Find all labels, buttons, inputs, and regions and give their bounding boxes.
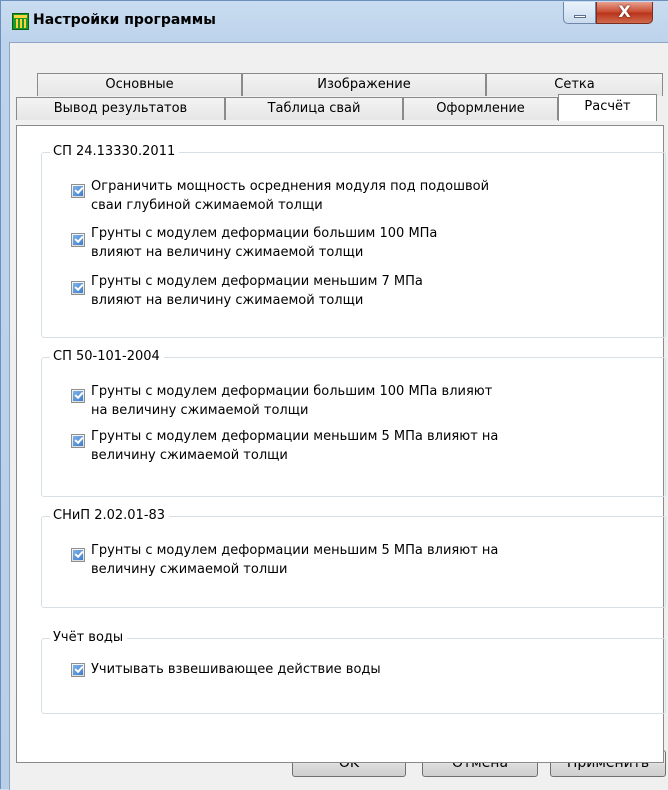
tab-oformlenie[interactable]: Оформление: [403, 97, 558, 120]
group-label: СП 50-101-2004: [50, 349, 164, 365]
tab-osnovnye[interactable]: Основные: [37, 73, 242, 96]
tab-raschet[interactable]: Расчёт: [558, 94, 657, 121]
option-label-line2: на величину сжимаемой толщи: [91, 403, 309, 418]
tab-setka[interactable]: Сетка: [486, 73, 663, 96]
checkmark-icon: [74, 281, 84, 292]
checkbox[interactable]: [71, 389, 85, 403]
option-label-line1: Грунты с модулем деформации меньшим 5 МП…: [91, 429, 499, 444]
tab-vyvod-rezultatov[interactable]: Вывод результатов: [16, 97, 225, 120]
group-sp-24-13330-2011: СП 24.13330.2011 Ограничить мощность оср…: [41, 144, 666, 338]
option-label-line2: сваи глубиной сжимаемой толщи: [91, 198, 323, 213]
option-label-line2: влияют на величину сжимаемой толщи: [91, 293, 364, 308]
checkbox[interactable]: [71, 184, 85, 198]
checkbox[interactable]: [71, 233, 85, 247]
group-snip-2-02-01-83: СНиП 2.02.01-83 Грунты с модулем деформа…: [41, 508, 666, 608]
title-bar[interactable]: Настройки программы X: [1, 1, 668, 41]
minimize-button[interactable]: [563, 2, 596, 24]
option-label-line2: величину сжимаемой толщи: [91, 448, 288, 463]
tab-tablitsa-svay[interactable]: Таблица свай: [225, 97, 403, 120]
option-label-line1: Грунты с модулем деформации меньшим 5 МП…: [91, 543, 499, 558]
option-label-line1: Грунты с модулем деформации большим 100 …: [91, 384, 493, 399]
option-label: Учитывать взвешивающее действие воды: [91, 662, 381, 677]
checkmark-icon: [74, 434, 84, 445]
option-label-line1: Ограничить мощность осреднения модуля по…: [91, 179, 490, 194]
dialog-window: Настройки программы X Основные Изображен…: [0, 0, 668, 790]
group-uchet-vody: Учёт воды Учитывать взвешивающее действи…: [41, 630, 666, 714]
option-label-line1: Грунты с модулем деформации большим 100 …: [91, 226, 438, 241]
checkbox[interactable]: [71, 434, 85, 448]
group-label: СНиП 2.02.01-83: [50, 508, 170, 524]
checkbox[interactable]: [71, 281, 85, 295]
checkmark-icon: [74, 548, 84, 559]
checkmark-icon: [74, 389, 84, 400]
group-label: Учёт воды: [50, 630, 128, 646]
checkbox[interactable]: [71, 663, 85, 677]
checkbox[interactable]: [71, 548, 85, 562]
tab-panel-raschet: СП 24.13330.2011 Ограничить мощность оср…: [16, 125, 666, 763]
checkmark-icon: [74, 663, 84, 674]
checkmark-icon: [74, 233, 84, 244]
tab-izobrazhenie[interactable]: Изображение: [242, 73, 486, 96]
group-sp-50-101-2004: СП 50-101-2004 Грунты с модулем деформац…: [41, 349, 666, 497]
option-label-line2: влияют на величину сжимаемой толщи: [91, 245, 364, 260]
dialog-client-area: Основные Изображение Сетка Вывод результ…: [9, 42, 668, 790]
option-label-line1: Грунты с модулем деформации меньшим 7 МП…: [91, 274, 423, 289]
window-title: Настройки программы: [33, 12, 216, 28]
minimize-icon: [574, 15, 586, 18]
group-label: СП 24.13330.2011: [50, 144, 180, 160]
close-button[interactable]: X: [596, 2, 653, 24]
checkmark-icon: [74, 184, 84, 195]
app-icon: [12, 13, 29, 30]
option-label-line2: величину сжимаемой толши: [91, 562, 288, 577]
